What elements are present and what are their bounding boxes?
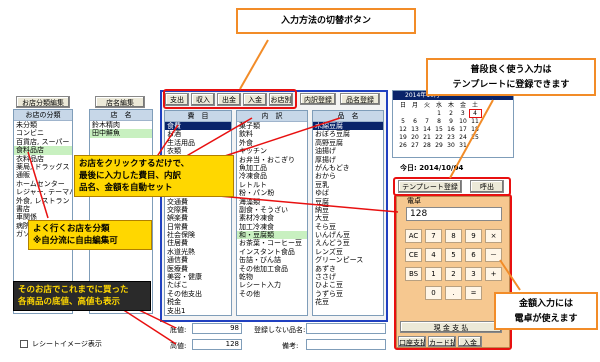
switch-buttons-tooltip: 入力方法の切替ボタン (236, 8, 416, 34)
template-tooltip: 普段良く使う入力は テンプレートに登録できます (426, 58, 596, 96)
arrow-to-shop-category (27, 151, 49, 219)
price-range-callout: そのお店でこれまでに買った 各商品の底値、高値も表示 (13, 281, 151, 311)
auto-set-callout: お店をクリックするだけで、 最後に入力した費目、内訳 品名、金額を自動セット (74, 155, 234, 197)
arrow-calc-tip (499, 259, 521, 291)
arrow-template-tip (449, 99, 494, 179)
arrow-switch-tip (239, 39, 269, 90)
classify-callout: よく行くお店を分類 ※自分流に自由編集可 (28, 220, 152, 250)
calculator-tooltip: 金額入力には 電卓が使えます (494, 292, 598, 330)
